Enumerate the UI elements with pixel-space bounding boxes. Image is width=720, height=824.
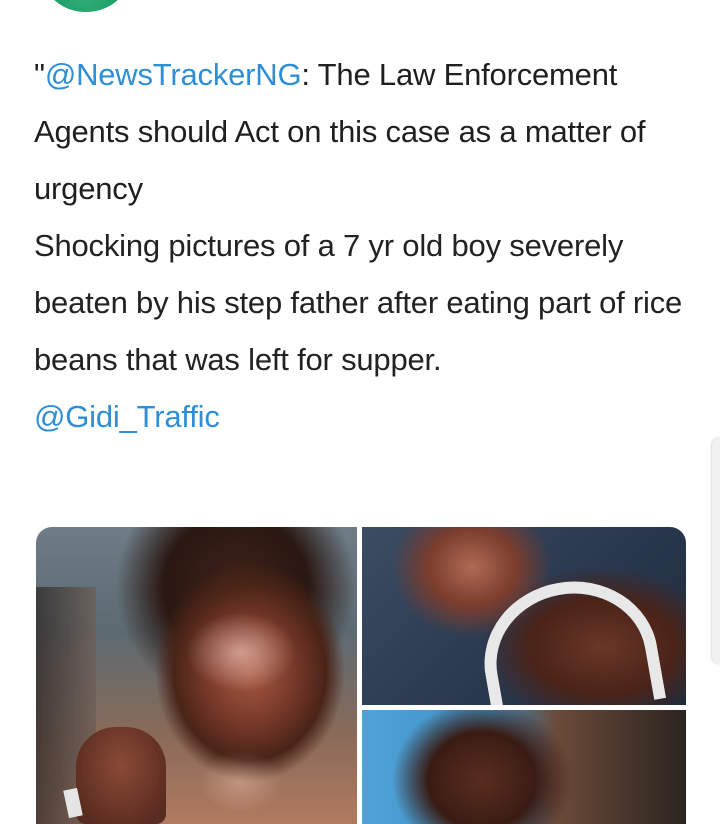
photo-highlight xyxy=(186,612,296,692)
mention-gidi-traffic[interactable]: @Gidi_Traffic xyxy=(34,399,220,434)
photo-bottom-right[interactable] xyxy=(362,710,686,824)
scroll-handle[interactable] xyxy=(712,438,720,664)
tweet-text-2: Shocking pictures of a 7 yr old boy seve… xyxy=(34,228,683,377)
quote-mark: " xyxy=(34,57,45,92)
avatar[interactable] xyxy=(44,0,128,12)
tweet-paragraph-3: @Gidi_Traffic xyxy=(34,388,694,445)
photo-hand xyxy=(76,727,166,824)
photo-top-right[interactable] xyxy=(362,527,686,705)
mention-newstrackerng[interactable]: @NewsTrackerNG xyxy=(45,57,302,92)
photo-left[interactable] xyxy=(36,527,357,824)
media-grid xyxy=(36,527,686,824)
tweet-paragraph-1: "@NewsTrackerNG: The Law Enforcement Age… xyxy=(34,46,694,217)
tweet-paragraph-2: Shocking pictures of a 7 yr old boy seve… xyxy=(34,217,694,388)
photo-shirt xyxy=(471,567,667,705)
tweet-body: "@NewsTrackerNG: The Law Enforcement Age… xyxy=(34,46,694,445)
